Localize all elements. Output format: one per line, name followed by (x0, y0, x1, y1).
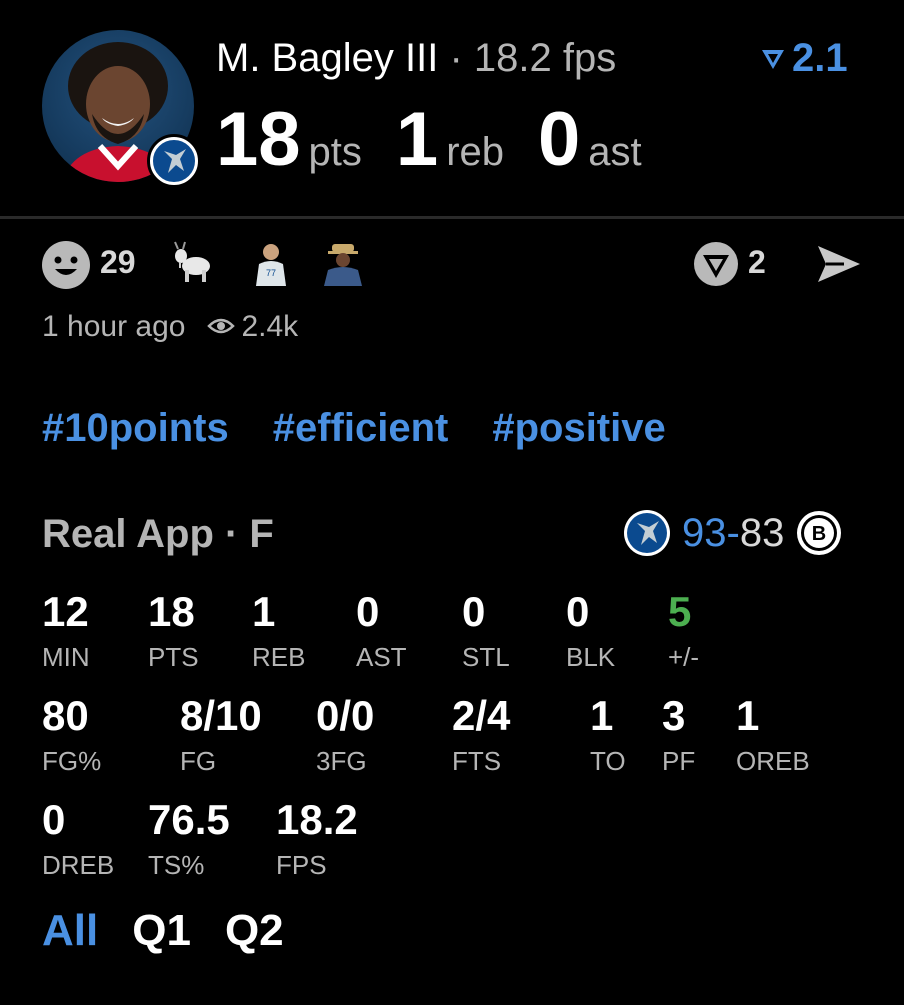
stat-fg: 8/10 FG (180, 692, 262, 777)
stat-pts: 18 PTS (148, 588, 199, 673)
stat-dreb: 0 DREB (42, 796, 114, 881)
stat-label: DREB (42, 850, 115, 880)
stat-ast: 0 AST (356, 588, 407, 673)
stat-value: 18.2 (276, 796, 358, 843)
stat-label: FG% (42, 746, 102, 776)
hashtag-list: #10points #efficient #positive (42, 406, 666, 451)
stat-label: FPS (276, 850, 327, 880)
stat-value: 1 (736, 692, 760, 739)
view-count: 2.4k (241, 310, 299, 343)
player-name[interactable]: M. Bagley III (216, 36, 438, 80)
stat-to: 1 TO (590, 692, 626, 777)
mavericks-logo-icon (622, 508, 672, 558)
stat-fts: 2/4 FTS (452, 692, 510, 777)
stat-ts-pct: 76.5 TS% (148, 796, 230, 881)
stat-stl: 0 STL (462, 588, 510, 673)
header-divider (0, 216, 904, 219)
stat-value: 80 (42, 692, 89, 739)
points-unit: pts (308, 130, 362, 174)
svg-text:77: 77 (266, 268, 276, 278)
stat-label: TS% (148, 850, 205, 880)
stat-value: 8/10 (180, 692, 262, 739)
fan-emoji-icon[interactable] (320, 240, 366, 286)
stat-label: PF (662, 746, 696, 776)
eye-icon (207, 310, 236, 344)
rank-icon (762, 49, 784, 69)
assists-value: 0 (538, 97, 581, 182)
nets-logo-icon: B (794, 508, 844, 558)
stat-label: AST (356, 642, 407, 672)
stat-value: 5 (668, 588, 692, 635)
vote-count: 2 (748, 244, 766, 280)
smiley-reaction-count: 29 (100, 244, 136, 280)
team-logo-icon (147, 134, 201, 188)
share-send-icon[interactable] (814, 240, 864, 288)
stat-label: +/- (668, 642, 700, 672)
stat-label: FTS (452, 746, 502, 776)
stat-label: STL (462, 642, 510, 672)
stat-label: REB (252, 642, 306, 672)
stats-source: Real App · F (42, 512, 274, 556)
stat-value: 1 (252, 588, 276, 635)
assists-unit: ast (588, 130, 642, 174)
headline-stats: 18 pts 1 reb 0 ast (216, 96, 676, 183)
tab-all[interactable]: All (42, 906, 98, 956)
stat-value: 0 (462, 588, 486, 635)
score-dash: - (726, 510, 740, 555)
game-score[interactable]: 93-83 B (622, 508, 844, 558)
period-tabs: All Q1 Q2 (42, 906, 284, 956)
hashtag[interactable]: #10points (42, 406, 229, 451)
rank-badge[interactable]: 2.1 (760, 36, 848, 81)
post-meta: 1 hour ago 2.4k (42, 310, 298, 344)
stat-value: 76.5 (148, 796, 230, 843)
goat-emoji-icon[interactable] (172, 240, 218, 286)
stat-label: MIN (42, 642, 90, 672)
stat-value: 0/0 (316, 692, 375, 739)
stat-label: FG (180, 746, 217, 776)
svg-text:B: B (812, 523, 826, 545)
stat-label: 3FG (316, 746, 367, 776)
separator-dot: · (449, 36, 463, 80)
stat-blk: 0 BLK (566, 588, 615, 673)
stat-value: 2/4 (452, 692, 511, 739)
opponent-score: 83 (739, 510, 785, 555)
time-ago: 1 hour ago (42, 310, 186, 343)
rebounds-value: 1 (395, 97, 439, 182)
stat-3fg: 0/0 3FG (316, 692, 374, 777)
smiley-reaction-icon[interactable] (42, 241, 90, 289)
hashtag[interactable]: #positive (492, 406, 665, 451)
stat-value: 0 (566, 588, 590, 635)
stat-label: PTS (148, 642, 199, 672)
stat-fg-pct: 80 FG% (42, 692, 101, 777)
stat-label: BLK (566, 642, 616, 672)
stat-fps: 18.2 FPS (276, 796, 358, 881)
stat-value: 3 (662, 692, 686, 739)
team-score: 93 (682, 510, 727, 555)
stat-min: 12 MIN (42, 588, 90, 673)
stat-value: 18 (148, 588, 195, 635)
stat-pf: 3 PF (662, 692, 695, 777)
stat-value: 12 (42, 588, 89, 635)
stat-label: OREB (736, 746, 810, 776)
player-emoji-icon[interactable]: 77 (248, 240, 294, 286)
stat-value: 0 (42, 796, 66, 843)
player-name-line[interactable]: M. Bagley III · 18.2 fps (216, 36, 616, 81)
stat-plus-minus: 5 +/- (668, 588, 699, 673)
rank-value: 2.1 (792, 36, 848, 80)
stat-oreb: 1 OREB (736, 692, 810, 777)
stat-value: 1 (590, 692, 614, 739)
tab-q1[interactable]: Q1 (132, 906, 191, 956)
stat-reb: 1 REB (252, 588, 305, 673)
player-card: M. Bagley III · 18.2 fps 2.1 18 pts 1 re… (0, 0, 904, 1005)
reaction-bar: 29 77 2 (42, 236, 862, 290)
tab-q2[interactable]: Q2 (225, 906, 284, 956)
points-value: 18 (216, 97, 301, 182)
stat-value: 0 (356, 588, 380, 635)
stat-label: TO (590, 746, 626, 776)
vote-icon[interactable] (692, 240, 740, 288)
fps-text: 18.2 fps (473, 36, 617, 80)
hashtag[interactable]: #efficient (273, 406, 449, 451)
rebounds-unit: reb (446, 130, 504, 174)
